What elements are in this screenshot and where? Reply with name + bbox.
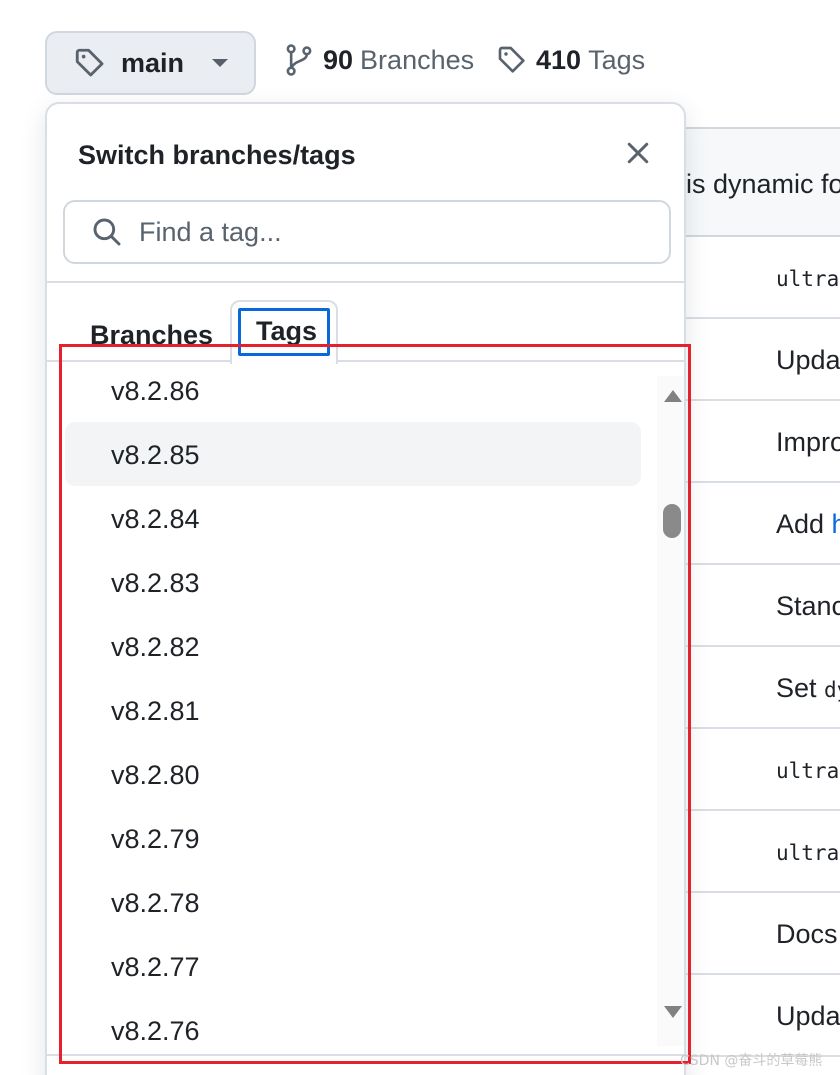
search-icon — [93, 218, 121, 246]
tags-count: 410 — [536, 44, 582, 75]
tab-tags-label: Tags — [256, 316, 318, 346]
tag-search-input[interactable] — [139, 216, 619, 248]
file-list-header-text: is dynamic fo — [686, 169, 840, 199]
ref-selector-button[interactable]: main — [45, 31, 256, 95]
branches-count: 90 — [323, 44, 354, 75]
divider — [47, 281, 684, 283]
watermark: CSDN @奋斗的草莓熊 — [680, 1053, 823, 1069]
tag-search-field[interactable] — [63, 200, 671, 264]
commit-message-text: Upda — [776, 1001, 840, 1031]
commit-message: Upda — [776, 345, 840, 376]
commit-message: Upda — [776, 1001, 840, 1032]
commit-message-text: Upda — [776, 345, 840, 375]
commit-link[interactable]: h — [832, 509, 840, 539]
commit-code-text: dy — [824, 678, 840, 702]
git-branch-icon — [286, 44, 312, 76]
branches-link[interactable]: 90 Branches — [283, 43, 474, 77]
commit-message: Set dy — [776, 673, 840, 704]
close-icon[interactable] — [623, 138, 653, 168]
commit-message-text: Stanc — [776, 591, 840, 621]
commit-message: Docs — [776, 919, 838, 950]
tag-icon — [75, 48, 104, 77]
commit-message: ultra — [776, 267, 839, 291]
commit-message: Impro — [776, 427, 840, 458]
tag-icon — [498, 46, 525, 73]
commit-message-text: Docs — [776, 919, 838, 949]
dropdown-title: Switch branches/tags — [78, 140, 356, 170]
commit-message: ultra — [776, 841, 839, 865]
branches-word: Branches — [360, 44, 475, 75]
commit-message: Add h — [776, 509, 840, 540]
commit-message-text: Add — [776, 509, 832, 539]
commit-message-text: ultra — [776, 759, 840, 783]
commit-message: ultra — [776, 759, 839, 783]
annotation-highlight-box — [59, 344, 691, 1064]
commit-message: Stanc — [776, 591, 840, 622]
tags-link[interactable]: 410 Tags — [496, 43, 645, 77]
commit-message-text: ultra — [776, 267, 840, 291]
tags-word: Tags — [588, 44, 646, 75]
caret-down-icon — [212, 59, 229, 67]
commit-message-text: Set — [776, 673, 825, 703]
commit-message-text: Impro — [776, 427, 840, 457]
commit-message-text: ultra — [776, 841, 840, 865]
ref-selector-label: main — [121, 47, 185, 78]
